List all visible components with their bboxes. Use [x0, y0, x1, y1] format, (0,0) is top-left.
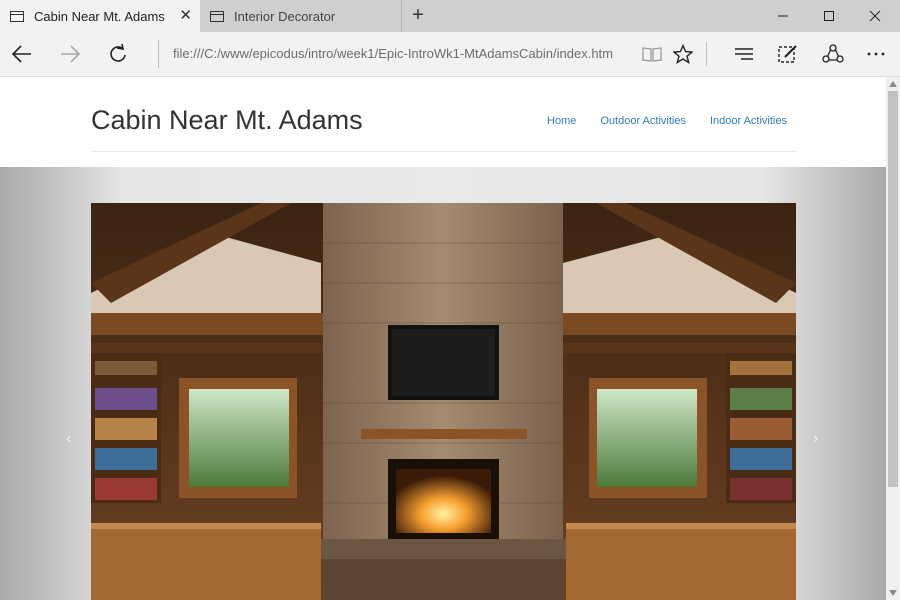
nav-link-outdoor-activities[interactable]: Outdoor Activities: [600, 115, 686, 127]
back-arrow-icon: [11, 45, 31, 63]
page-icon: [210, 10, 224, 22]
hub-icon: [735, 48, 753, 60]
more-icon: [867, 52, 885, 56]
tab-interior-decorator[interactable]: Interior Decorator: [200, 0, 402, 32]
back-button[interactable]: [6, 38, 38, 70]
web-page: Cabin Near Mt. Adams Home Outdoor Activi…: [0, 77, 886, 600]
nav-link-home[interactable]: Home: [547, 115, 576, 127]
reading-view-icon: [642, 47, 662, 62]
address-bar[interactable]: file:///C:/www/epicodus/intro/week1/Epic…: [158, 40, 634, 68]
page-scrollbar[interactable]: [886, 77, 900, 600]
navigation-bar: file:///C:/www/epicodus/intro/week1/Epic…: [0, 32, 900, 77]
tab-cabin[interactable]: Cabin Near Mt. Adams ✕: [0, 0, 200, 32]
hub-button[interactable]: [728, 38, 760, 70]
site-brand[interactable]: Cabin Near Mt. Adams: [91, 105, 363, 136]
nav-link-indoor-activities[interactable]: Indoor Activities: [710, 115, 787, 127]
minimize-icon: [778, 15, 788, 17]
refresh-button[interactable]: [102, 38, 134, 70]
new-tab-button[interactable]: +: [408, 5, 428, 25]
more-button[interactable]: [860, 38, 892, 70]
page-icon: [10, 10, 24, 22]
tab-close-icon[interactable]: ✕: [179, 8, 192, 24]
scrollbar-thumb[interactable]: [888, 91, 898, 487]
refresh-icon: [110, 44, 126, 62]
carousel-prev-icon[interactable]: ‹: [66, 430, 71, 448]
web-note-icon: [778, 45, 797, 63]
forward-arrow-icon: [61, 45, 81, 63]
reading-view-button[interactable]: [636, 38, 668, 70]
maximize-icon: [824, 11, 834, 21]
forward-button[interactable]: [54, 38, 86, 70]
toolbar-divider: [706, 42, 707, 66]
share-button[interactable]: [817, 38, 849, 70]
tab-title: Cabin Near Mt. Adams: [34, 8, 165, 24]
site-nav: Home Outdoor Activities Indoor Activitie…: [523, 115, 787, 127]
minimize-button[interactable]: [760, 0, 806, 32]
tab-title: Interior Decorator: [234, 8, 336, 24]
maximize-button[interactable]: [806, 0, 852, 32]
scroll-down-icon[interactable]: [886, 587, 900, 599]
carousel: ‹ ›: [0, 167, 886, 600]
cabin-fireplace-image: [91, 203, 796, 600]
close-window-button[interactable]: [852, 0, 898, 32]
web-note-button[interactable]: [772, 38, 804, 70]
star-icon: [673, 44, 693, 64]
share-icon: [822, 44, 844, 63]
favorite-button[interactable]: [667, 38, 699, 70]
scroll-up-icon[interactable]: [886, 78, 900, 90]
carousel-next-icon[interactable]: ›: [813, 430, 818, 448]
close-icon: [869, 10, 881, 22]
tab-bar: Cabin Near Mt. Adams ✕ Interior Decorato…: [0, 0, 900, 32]
site-header: Cabin Near Mt. Adams Home Outdoor Activi…: [91, 77, 797, 152]
